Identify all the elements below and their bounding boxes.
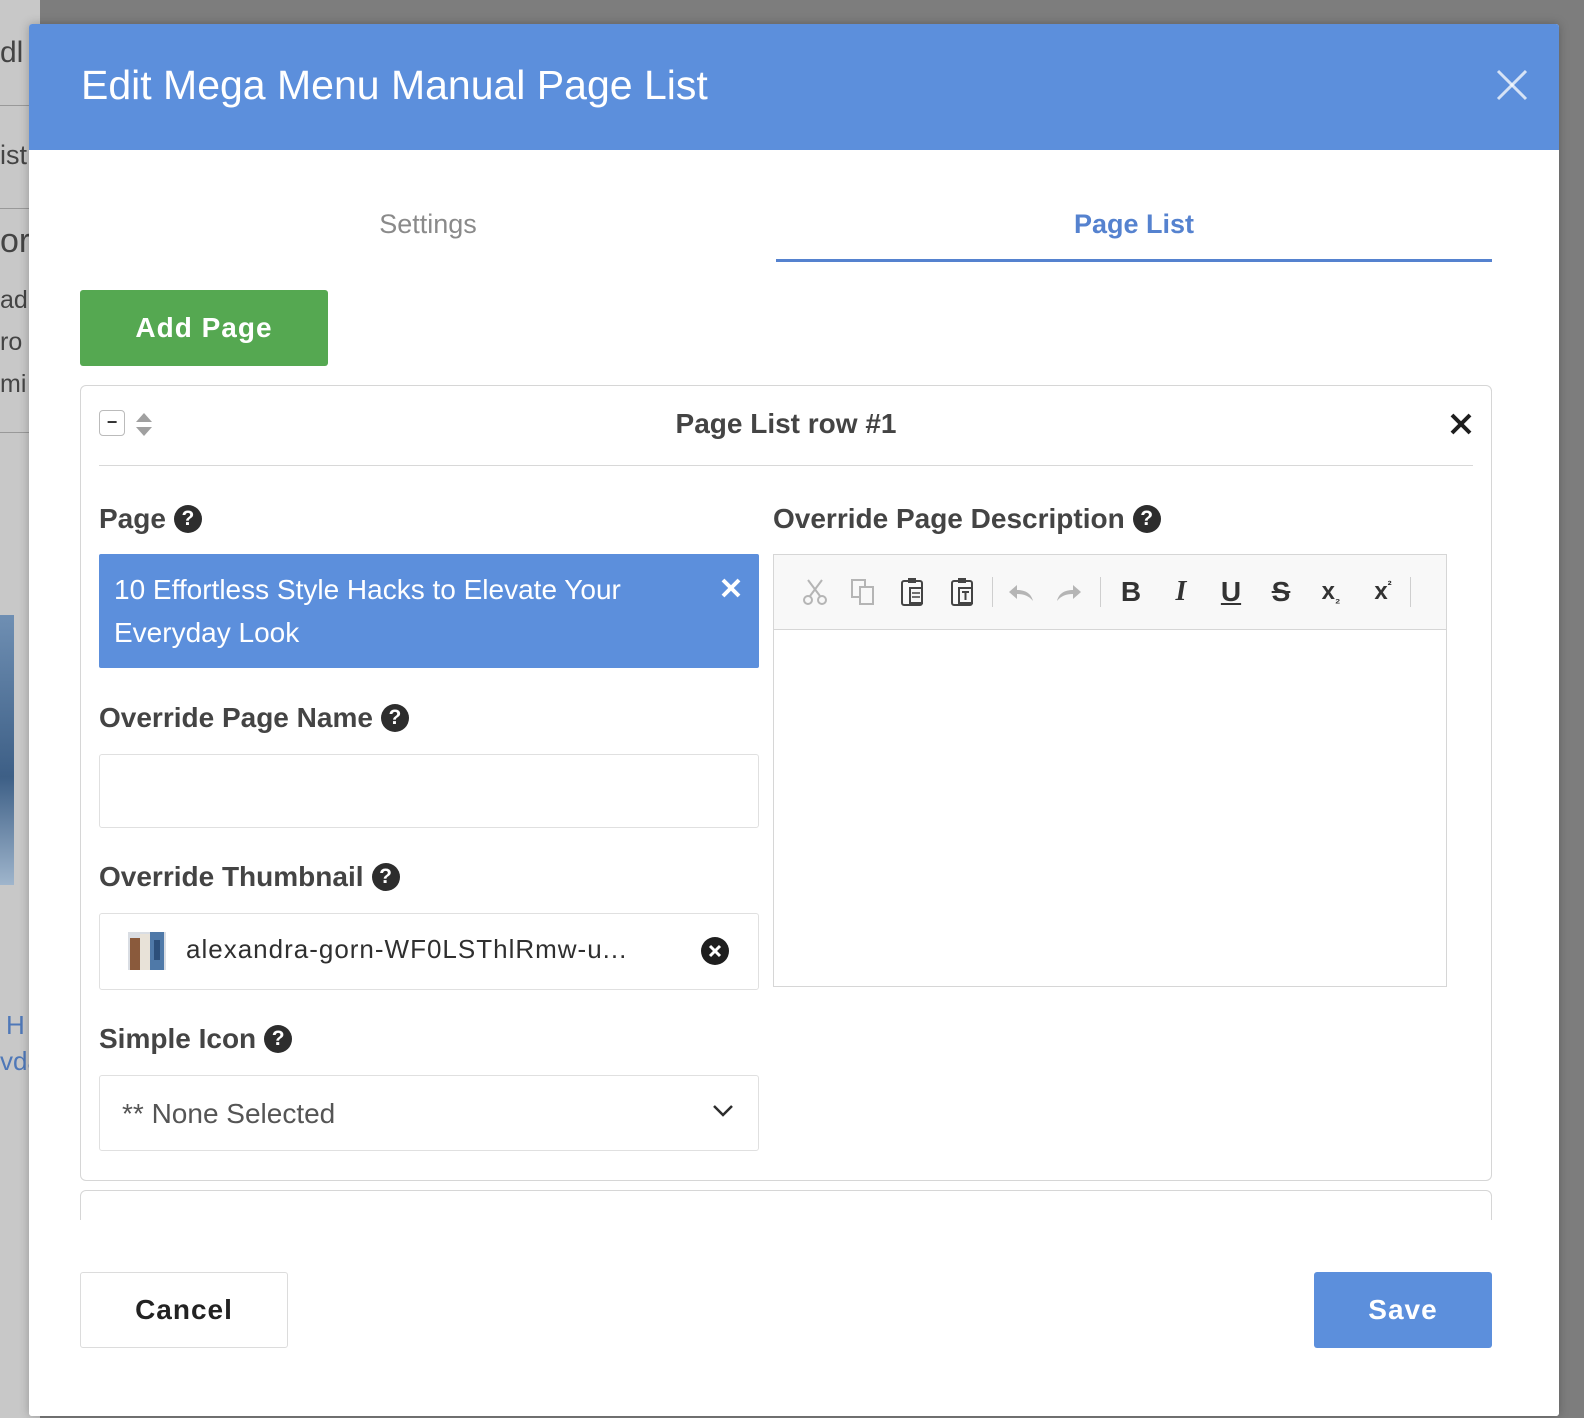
subscript-mark: ₂ [1335, 592, 1341, 606]
chevron-down-icon [713, 1105, 733, 1117]
paste-text-icon[interactable] [946, 573, 980, 611]
cut-icon[interactable] [798, 573, 832, 611]
subscript-label: x [1321, 578, 1335, 605]
simple-icon-selected: ** None Selected [122, 1098, 336, 1129]
toolbar-separator [992, 577, 993, 607]
bg-text-fragment: ad [0, 286, 28, 314]
override-page-name-input[interactable] [99, 754, 759, 828]
simple-icon-select[interactable]: ** None Selected [99, 1075, 759, 1151]
bg-link-fragment: H [6, 1010, 25, 1040]
strikethrough-label: S [1271, 576, 1291, 607]
override-page-name-label-text: Override Page Name [99, 702, 373, 733]
thumbnail-picker[interactable]: alexandra-gorn-WF0LSThlRmw-u... [99, 913, 759, 990]
sort-handle-icon[interactable] [135, 412, 153, 438]
remove-thumbnail-icon[interactable] [700, 936, 730, 966]
close-icon[interactable] [1495, 68, 1529, 102]
row-header: Page List row #1 − [99, 386, 1473, 466]
clear-page-icon[interactable] [719, 576, 743, 600]
toolbar-separator [1410, 577, 1411, 607]
modal-title: Edit Mega Menu Manual Page List [81, 62, 708, 108]
simple-icon-label-text: Simple Icon [99, 1023, 257, 1054]
tab-bar: Settings Page List [80, 202, 1492, 262]
italic-label: I [1175, 576, 1187, 607]
bg-text-fragment: or [0, 222, 31, 260]
copy-icon[interactable] [846, 573, 880, 611]
help-icon[interactable]: ? [380, 704, 409, 732]
page-select[interactable]: 10 Effortless Style Hacks to Elevate You… [99, 554, 759, 668]
subscript-button[interactable]: x₂ [1314, 573, 1348, 611]
tab-settings[interactable]: Settings [80, 202, 776, 262]
superscript-label: x [1374, 578, 1388, 605]
page-select-value: 10 Effortless Style Hacks to Elevate You… [114, 574, 621, 648]
remove-row-icon[interactable] [1449, 412, 1473, 436]
override-page-name-label: Override Page Name ? [99, 702, 409, 734]
override-description-label: Override Page Description ? [773, 503, 1161, 535]
tab-page-list[interactable]: Page List [776, 202, 1492, 262]
save-button[interactable]: Save [1314, 1272, 1492, 1348]
help-icon[interactable]: ? [173, 505, 202, 533]
italic-button[interactable]: I [1164, 573, 1198, 611]
page-label-text: Page [99, 503, 166, 534]
bg-text-fragment: ro [0, 328, 23, 356]
toolbar-separator [1100, 577, 1101, 607]
override-thumbnail-label: Override Thumbnail ? [99, 861, 400, 893]
override-thumbnail-label-text: Override Thumbnail [99, 861, 364, 892]
bg-text-fragment: dl [0, 36, 24, 69]
cancel-button[interactable]: Cancel [80, 1272, 288, 1348]
row-title: Page List row #1 [675, 408, 897, 439]
editor-content-area[interactable] [774, 630, 1446, 986]
underline-button[interactable]: U [1214, 573, 1248, 611]
bg-text-fragment: mi [0, 370, 27, 398]
help-icon[interactable]: ? [371, 863, 400, 891]
override-description-label-text: Override Page Description [773, 503, 1125, 534]
superscript-button[interactable]: x² [1366, 573, 1400, 611]
thumbnail-filename: alexandra-gorn-WF0LSThlRmw-u... [186, 934, 628, 964]
undo-icon[interactable] [1004, 573, 1038, 611]
paste-icon[interactable] [896, 573, 930, 611]
thumbnail-image [128, 932, 166, 970]
modal-header: Edit Mega Menu Manual Page List [29, 24, 1559, 150]
editor-toolbar: B I U S x₂ x² [774, 555, 1446, 630]
page-label: Page ? [99, 503, 202, 535]
underline-label: U [1220, 576, 1242, 607]
help-icon[interactable]: ? [264, 1025, 293, 1053]
edit-modal: Edit Mega Menu Manual Page List Settings… [29, 24, 1559, 1416]
help-icon[interactable]: ? [1132, 505, 1161, 533]
superscript-mark: ² [1387, 578, 1392, 592]
redo-icon[interactable] [1052, 573, 1086, 611]
description-editor: B I U S x₂ x² [773, 554, 1447, 987]
page-list-row: Page List row #1 − Page ? 10 Effortless … [80, 385, 1492, 1181]
bold-label: B [1120, 576, 1142, 607]
simple-icon-label: Simple Icon ? [99, 1023, 293, 1055]
collapse-toggle[interactable]: − [99, 410, 125, 436]
add-page-button[interactable]: Add Page [80, 290, 328, 366]
bold-button[interactable]: B [1114, 573, 1148, 611]
bg-photo [0, 615, 14, 885]
strikethrough-button[interactable]: S [1264, 573, 1298, 611]
bg-text-fragment: ist [0, 140, 27, 170]
